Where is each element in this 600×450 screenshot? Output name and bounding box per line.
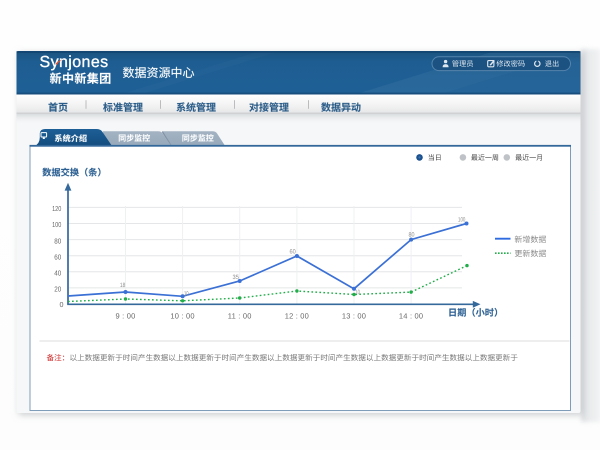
svg-text:35: 35 (233, 274, 240, 281)
svg-text:100: 100 (458, 216, 466, 223)
svg-text:10: 10 (355, 289, 360, 296)
svg-text:80: 80 (409, 232, 415, 239)
svg-text:0: 0 (60, 300, 64, 309)
svg-text:13 : 00: 13 : 00 (342, 312, 366, 321)
svg-text:40: 40 (54, 269, 61, 278)
svg-text:100: 100 (52, 220, 61, 229)
svg-text:10 : 00: 10 : 00 (170, 312, 194, 321)
svg-text:60: 60 (290, 249, 297, 256)
svg-text:Synjones: Synjones (40, 54, 109, 71)
svg-text:18: 18 (120, 282, 126, 289)
svg-text:12 : 00: 12 : 00 (285, 312, 309, 321)
svg-text:120: 120 (52, 204, 61, 213)
svg-text:10: 10 (184, 290, 189, 297)
svg-text:60: 60 (54, 252, 61, 261)
svg-text:11 : 00: 11 : 00 (228, 312, 252, 321)
svg-text:80: 80 (54, 236, 61, 245)
svg-text:14 : 00: 14 : 00 (399, 312, 423, 321)
svg-text:9 : 00: 9 : 00 (116, 312, 136, 321)
svg-text:20: 20 (54, 285, 61, 294)
